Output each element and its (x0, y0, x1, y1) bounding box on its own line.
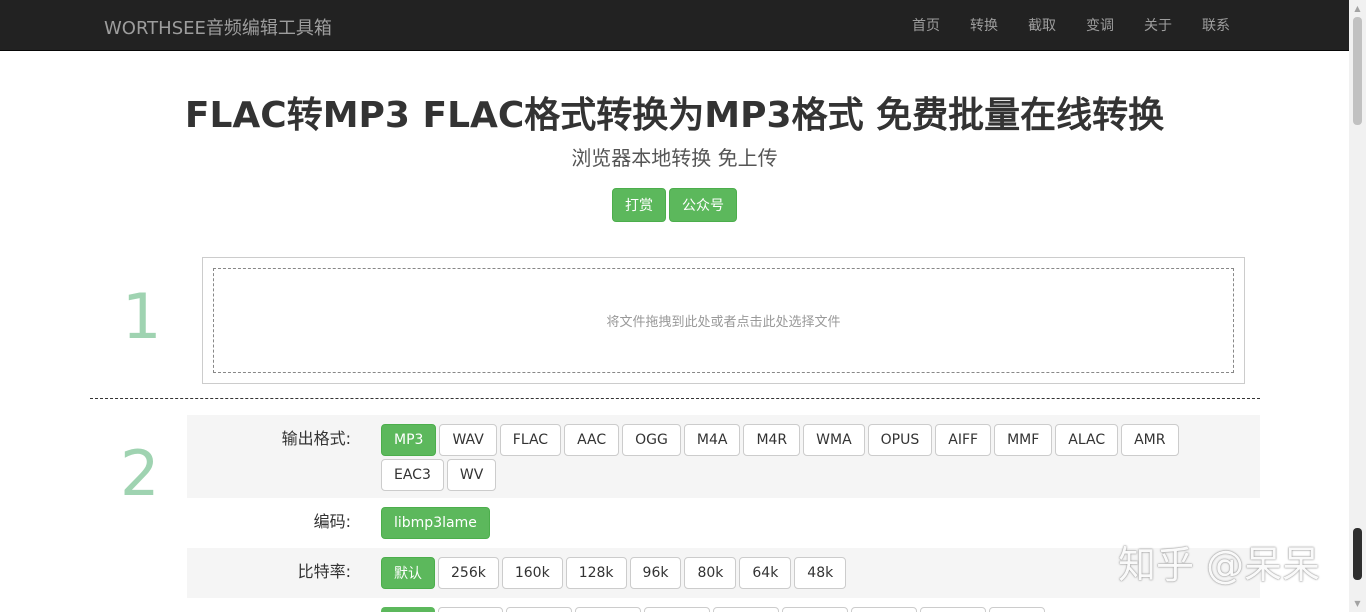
format-option-wma[interactable]: WMA (803, 424, 865, 456)
bitrate-option-default[interactable]: 默认 (381, 557, 435, 589)
codec-row: 编码: libmp3lame (187, 498, 1260, 548)
format-option-m4a[interactable]: M4A (683, 424, 741, 456)
step-number-2: 2 (120, 437, 160, 510)
format-option-ogg[interactable]: OGG (622, 424, 681, 456)
page-title: FLAC转MP3 FLAC格式转换为MP3格式 免费批量在线转换 (184, 95, 1165, 136)
codec-options: libmp3lame (381, 507, 1211, 539)
navbar: WORTHSEE音频编辑工具箱 首页 转换 截取 变调 关于 联系 (0, 0, 1349, 51)
bitrate-row: 比特率: 默认 256k 160k 128k 96k 80k 64k 48k (187, 548, 1260, 598)
dropzone-text: 将文件拖拽到此处或者点击此处选择文件 (606, 315, 841, 330)
next-row-option[interactable] (438, 607, 503, 612)
brand-link[interactable]: WORTHSEE音频编辑工具箱 (104, 14, 332, 40)
nav-convert[interactable]: 转换 (955, 15, 1013, 35)
bitrate-option-80k[interactable]: 80k (684, 557, 737, 589)
nav-trim[interactable]: 截取 (1013, 15, 1071, 35)
nav-home[interactable]: 首页 (897, 15, 955, 35)
step-number-1: 1 (122, 280, 162, 353)
bitrate-label: 比特率: (297, 562, 351, 581)
next-options-row (187, 598, 1260, 612)
next-row-option[interactable] (506, 607, 572, 612)
header-buttons: 打赏 公众号 (0, 188, 1349, 222)
format-option-amr[interactable]: AMR (1121, 424, 1179, 456)
next-row-selected-option[interactable] (381, 607, 435, 612)
bitrate-option-160k[interactable]: 160k (501, 557, 563, 589)
format-option-wv[interactable]: WV (446, 459, 497, 491)
zhihu-watermark: 知乎 @呆呆 (1118, 543, 1321, 587)
output-format-options: MP3 WAV FLAC AAC OGG M4A M4R WMA OPUS AI… (381, 424, 1211, 491)
page-subtitle: 浏览器本地转换 免上传 (571, 146, 778, 170)
scroll-down-arrow-icon[interactable]: ▼ (1349, 595, 1366, 612)
scroll-up-arrow-icon[interactable]: ▲ (1349, 0, 1366, 17)
output-format-label: 输出格式: (281, 429, 351, 448)
next-row-option[interactable] (989, 607, 1045, 612)
format-option-mmf[interactable]: MMF (994, 424, 1053, 456)
donate-button[interactable]: 打赏 (612, 188, 666, 222)
scroll-thumb[interactable] (1353, 17, 1362, 125)
bitrate-option-256k[interactable]: 256k (438, 557, 499, 589)
nav-pitch[interactable]: 变调 (1071, 15, 1129, 35)
next-row-option[interactable] (644, 607, 710, 612)
format-option-eac3[interactable]: EAC3 (381, 459, 444, 491)
wechat-account-button[interactable]: 公众号 (669, 188, 737, 222)
nav-contact[interactable]: 联系 (1187, 15, 1245, 35)
format-option-opus[interactable]: OPUS (867, 424, 933, 456)
bitrate-option-64k[interactable]: 64k (739, 557, 792, 589)
bitrate-option-96k[interactable]: 96k (629, 557, 682, 589)
section-divider (90, 398, 1260, 399)
format-option-mp3[interactable]: MP3 (381, 424, 437, 456)
scroll-thumb-secondary[interactable] (1353, 528, 1362, 580)
next-row-option[interactable] (782, 607, 848, 612)
next-row-option[interactable] (713, 607, 779, 612)
dropzone-area[interactable]: 将文件拖拽到此处或者点击此处选择文件 (213, 268, 1234, 373)
output-format-row: 输出格式: MP3 WAV FLAC AAC OGG M4A M4R WMA O… (187, 415, 1260, 498)
dropzone[interactable]: 将文件拖拽到此处或者点击此处选择文件 (202, 257, 1245, 384)
bitrate-option-128k[interactable]: 128k (565, 557, 627, 589)
bitrate-option-48k[interactable]: 48k (794, 557, 847, 589)
next-row-option[interactable] (920, 607, 986, 612)
nav-about[interactable]: 关于 (1129, 15, 1187, 35)
format-option-m4r[interactable]: M4R (743, 424, 801, 456)
nav-links: 首页 转换 截取 变调 关于 联系 (897, 0, 1245, 50)
format-option-alac[interactable]: ALAC (1055, 424, 1119, 456)
codec-label: 编码: (313, 512, 351, 531)
codec-option-libmp3lame[interactable]: libmp3lame (381, 507, 490, 539)
page-scrollbar[interactable]: ▲ ▼ (1349, 0, 1366, 612)
format-option-aiff[interactable]: AIFF (935, 424, 992, 456)
bitrate-options: 默认 256k 160k 128k 96k 80k 64k 48k (381, 557, 1211, 589)
format-option-wav[interactable]: WAV (439, 424, 497, 456)
format-option-aac[interactable]: AAC (564, 424, 620, 456)
next-row-option[interactable] (851, 607, 917, 612)
next-row-option[interactable] (575, 607, 641, 612)
format-option-flac[interactable]: FLAC (499, 424, 562, 456)
